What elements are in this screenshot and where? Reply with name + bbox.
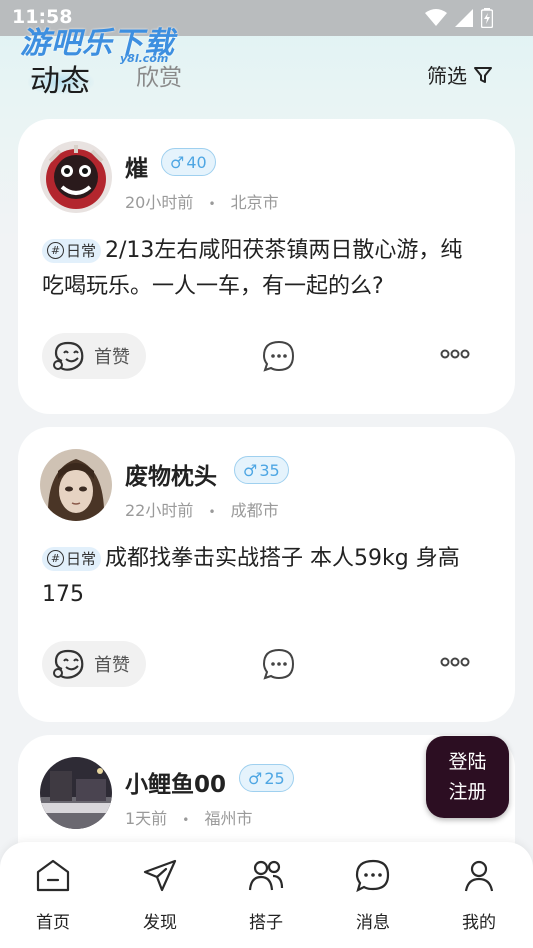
- male-icon: ♂: [248, 768, 263, 788]
- like-button[interactable]: 首赞: [42, 641, 146, 687]
- bottom-navigation: 首页 发现 搭子 消息 我的: [0, 842, 533, 948]
- signal-icon: [455, 9, 473, 27]
- post-time: 22小时前: [125, 501, 194, 520]
- nav-label-messages: 消息: [356, 913, 390, 933]
- nav-item-home[interactable]: 首页: [13, 858, 93, 933]
- post-card[interactable]: 熣 ♂ 40 20小时前 • 北京市 # 日常 2/13左右咸阳茯茶镇两日散心游，纯…: [18, 119, 515, 414]
- post-location: 成都市: [230, 501, 279, 520]
- funnel-icon: [474, 66, 492, 83]
- anime-girl-avatar-image: [40, 449, 112, 521]
- tab-appreciate[interactable]: 欣赏: [136, 58, 182, 92]
- username[interactable]: 小鲤鱼00: [125, 765, 226, 799]
- more-options-icon[interactable]: [440, 348, 470, 360]
- smiley-like-icon: [53, 649, 84, 679]
- username[interactable]: 废物枕头: [125, 457, 217, 491]
- more-options-icon[interactable]: [440, 656, 470, 668]
- male-icon: ♂: [170, 152, 185, 172]
- login-label: 登陆: [448, 751, 487, 773]
- post-content[interactable]: # 日常 成都找拳击实战搭子 本人59kg 身高175: [42, 541, 482, 613]
- post-text: 成都找拳击实战搭子 本人59kg 身高175: [42, 546, 460, 607]
- tag-label: 日常: [66, 549, 97, 568]
- filter-button[interactable]: 筛选: [427, 60, 493, 89]
- gender-age-badge: ♂ 40: [161, 148, 216, 176]
- post-meta: 1天前 • 福州市: [125, 805, 252, 829]
- nav-label-discover: 发现: [143, 913, 177, 933]
- comment-icon[interactable]: [262, 648, 296, 682]
- topic-tag[interactable]: # 日常: [42, 238, 102, 263]
- nav-item-messages[interactable]: 消息: [333, 858, 413, 933]
- filter-label: 筛选: [427, 64, 467, 88]
- post-time: 20小时前: [125, 193, 194, 212]
- comment-icon[interactable]: [262, 340, 296, 374]
- wifi-icon: [425, 9, 447, 26]
- battery-icon: [481, 8, 493, 28]
- avatar[interactable]: [40, 757, 112, 829]
- post-meta: 22小时前 • 成都市: [125, 497, 279, 521]
- register-label: 注册: [448, 781, 487, 803]
- people-icon: [248, 860, 284, 891]
- tab-dynamics[interactable]: 动态: [30, 56, 90, 100]
- nav-label-partner: 搭子: [249, 913, 283, 933]
- smiley-like-icon: [53, 341, 84, 371]
- age: 35: [259, 460, 280, 480]
- like-label: 首赞: [94, 347, 130, 368]
- nav-item-partner[interactable]: 搭子: [226, 858, 306, 933]
- post-card[interactable]: 废物枕头 ♂ 35 22小时前 • 成都市 # 日常 成都找拳击实战搭子 本人59k…: [18, 427, 515, 722]
- post-meta: 20小时前 • 北京市: [125, 189, 279, 213]
- meta-separator: •: [208, 505, 216, 519]
- meta-separator: •: [208, 197, 216, 211]
- gender-age-badge: ♂ 35: [234, 456, 289, 484]
- nav-item-mine[interactable]: 我的: [439, 858, 519, 933]
- age: 40: [186, 152, 207, 172]
- avatar[interactable]: [40, 141, 112, 213]
- post-location: 福州市: [204, 809, 253, 828]
- nav-label-mine: 我的: [462, 913, 496, 933]
- tag-label: 日常: [66, 241, 97, 260]
- person-icon: [464, 860, 494, 892]
- like-button[interactable]: 首赞: [42, 333, 146, 379]
- age: 25: [264, 768, 285, 788]
- meta-separator: •: [182, 813, 190, 827]
- home-icon: [36, 859, 70, 892]
- status-icons: [425, 8, 493, 28]
- night-building-avatar-image: [40, 757, 112, 829]
- login-register-button[interactable]: 登陆 注册: [426, 736, 509, 818]
- lion-dance-avatar-image: [40, 141, 112, 213]
- post-time: 1天前: [125, 809, 168, 828]
- chat-bubble-icon: [355, 859, 390, 893]
- hashtag-icon: #: [47, 242, 64, 259]
- username[interactable]: 熣: [125, 149, 148, 183]
- nav-label-home: 首页: [36, 913, 70, 933]
- male-icon: ♂: [243, 460, 258, 480]
- post-text: 2/13左右咸阳茯茶镇两日散心游，纯吃喝玩乐。一人一车，有一起的么?: [42, 238, 463, 299]
- paper-plane-icon: [143, 859, 177, 892]
- nav-item-discover[interactable]: 发现: [120, 858, 200, 933]
- like-label: 首赞: [94, 655, 130, 676]
- post-content[interactable]: # 日常 2/13左右咸阳茯茶镇两日散心游，纯吃喝玩乐。一人一车，有一起的么?: [42, 233, 482, 305]
- gender-age-badge: ♂ 25: [239, 764, 294, 792]
- topic-tag[interactable]: # 日常: [42, 546, 102, 571]
- hashtag-icon: #: [47, 550, 64, 567]
- avatar[interactable]: [40, 449, 112, 521]
- post-location: 北京市: [230, 193, 279, 212]
